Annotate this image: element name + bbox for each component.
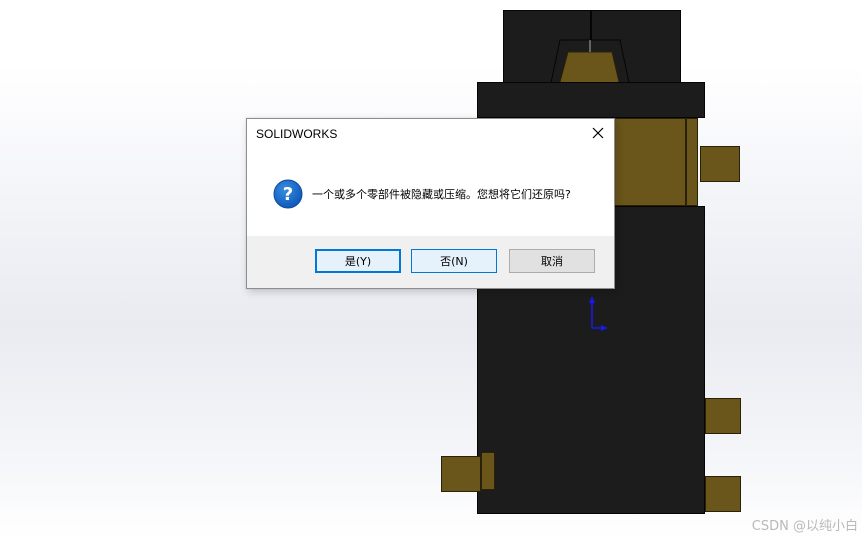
dialog-title: SOLIDWORKS [256, 127, 338, 141]
dialog-button-bar: 是(Y) 否(N) 取消 [247, 236, 614, 288]
middle-band [477, 82, 705, 118]
middle-gold-body [608, 118, 686, 206]
watermark: CSDN @以纯小白 [751, 519, 858, 534]
restore-components-dialog: SOLIDWORKS ? 一个或多个零部件被隐藏或压缩。您想将它们还原吗? 是(… [246, 118, 615, 289]
close-button[interactable] [588, 123, 608, 143]
side-tab-left [441, 456, 481, 492]
side-tab-lower [705, 476, 741, 512]
svg-text:?: ? [283, 184, 293, 205]
middle-gold-flange [686, 118, 698, 206]
dialog-message: 一个或多个零部件被隐藏或压缩。您想将它们还原吗? [312, 188, 571, 201]
graphics-area[interactable]: SOLIDWORKS ? 一个或多个零部件被隐藏或压缩。您想将它们还原吗? 是(… [0, 0, 862, 540]
question-icon: ? [273, 179, 303, 209]
side-tab-middle [705, 398, 741, 434]
origin-triad [589, 296, 608, 331]
side-tab-upper [700, 146, 740, 182]
cancel-button[interactable]: 取消 [509, 249, 595, 273]
side-tab-left-inner [481, 452, 495, 490]
no-button[interactable]: 否(N) [411, 249, 497, 273]
yes-button[interactable]: 是(Y) [315, 249, 401, 273]
close-icon [592, 127, 604, 139]
